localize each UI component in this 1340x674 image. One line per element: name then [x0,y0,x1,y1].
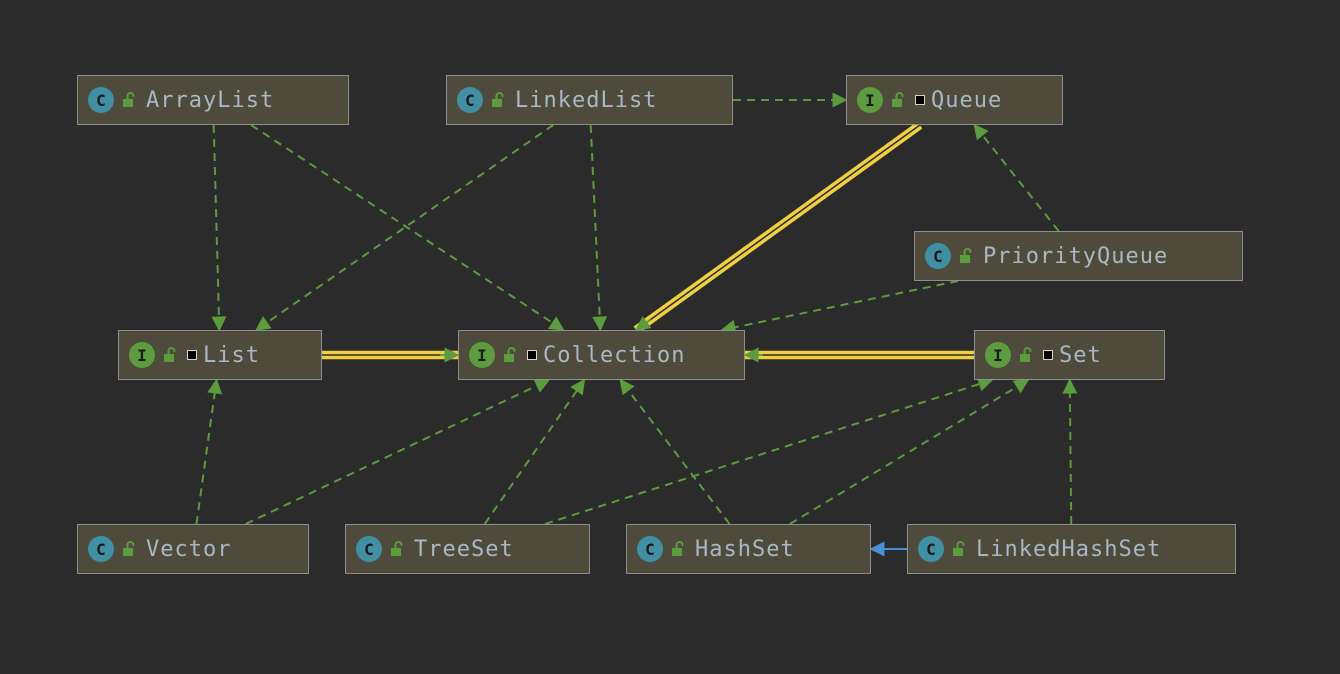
node-linkedhashset[interactable]: C LinkedHashSet [907,524,1236,574]
unlocked-icon [950,540,966,558]
unlocked-icon [489,91,505,109]
node-label: LinkedHashSet [976,537,1161,562]
unlocked-icon [388,540,404,558]
unlocked-icon [120,540,136,558]
node-list[interactable]: I List [118,330,322,380]
unlocked-icon [501,346,517,364]
node-label: ArrayList [146,88,274,113]
node-priorityqueue[interactable]: C PriorityQueue [914,231,1243,281]
pin-icon [915,95,925,105]
pin-icon [1043,350,1053,360]
node-label: List [203,343,260,368]
node-set[interactable]: I Set [974,330,1165,380]
edge-dashed [790,380,1028,524]
node-label: PriorityQueue [983,244,1168,269]
unlocked-icon [120,540,136,558]
node-label: Queue [931,88,1002,113]
edge-arrowhead [636,319,651,330]
edge-dashed [196,380,216,524]
edge-highlight [638,127,922,332]
edge-dashed [256,125,553,330]
node-label: TreeSet [414,537,514,562]
edge-dashed [722,281,958,330]
unlocked-icon [501,346,517,364]
node-queue[interactable]: I Queue [846,75,1063,125]
node-label: Collection [543,343,685,368]
class-badge-icon: C [88,536,114,562]
node-arraylist[interactable]: C ArrayList [77,75,349,125]
class-badge-icon: C [925,243,951,269]
class-badge-icon: C [457,87,483,113]
pin-icon [187,350,197,360]
interface-badge-icon: I [985,342,1011,368]
edge-highlight [635,123,919,328]
unlocked-icon [669,540,685,558]
node-linkedlist[interactable]: C LinkedList [446,75,733,125]
node-hashset[interactable]: C HashSet [626,524,871,574]
unlocked-icon [889,91,905,109]
interface-badge-icon: I [129,342,155,368]
unlocked-icon [1017,346,1033,364]
unlocked-icon [161,346,177,364]
edge-dashed [246,380,549,524]
interface-badge-icon: I [469,342,495,368]
edge-dashed [485,380,584,524]
interface-badge-icon: I [857,87,883,113]
node-collection[interactable]: I Collection [458,330,745,380]
class-badge-icon: C [88,87,114,113]
edge-dashed [620,380,729,524]
unlocked-icon [489,91,505,109]
edge-dashed [1070,380,1071,524]
edge-dashed [251,125,563,330]
edge-dashed [214,125,220,330]
unlocked-icon [161,346,177,364]
unlocked-icon [120,91,136,109]
class-badge-icon: C [637,536,663,562]
node-label: HashSet [695,537,795,562]
unlocked-icon [950,540,966,558]
unlocked-icon [669,540,685,558]
node-label: LinkedList [515,88,657,113]
node-treeset[interactable]: C TreeSet [345,524,590,574]
class-badge-icon: C [918,536,944,562]
unlocked-icon [120,91,136,109]
unlocked-icon [388,540,404,558]
unlocked-icon [957,247,973,265]
edge-dashed [545,380,992,524]
edge-dashed [591,125,601,330]
edge-dashed [974,125,1058,231]
node-label: Vector [146,537,231,562]
node-vector[interactable]: C Vector [77,524,309,574]
unlocked-icon [1017,346,1033,364]
pin-icon [527,350,537,360]
diagram-canvas[interactable]: C ArrayListC LinkedListI QueueC Priority… [0,0,1340,674]
class-badge-icon: C [356,536,382,562]
unlocked-icon [957,247,973,265]
node-label: Set [1059,343,1102,368]
unlocked-icon [889,91,905,109]
